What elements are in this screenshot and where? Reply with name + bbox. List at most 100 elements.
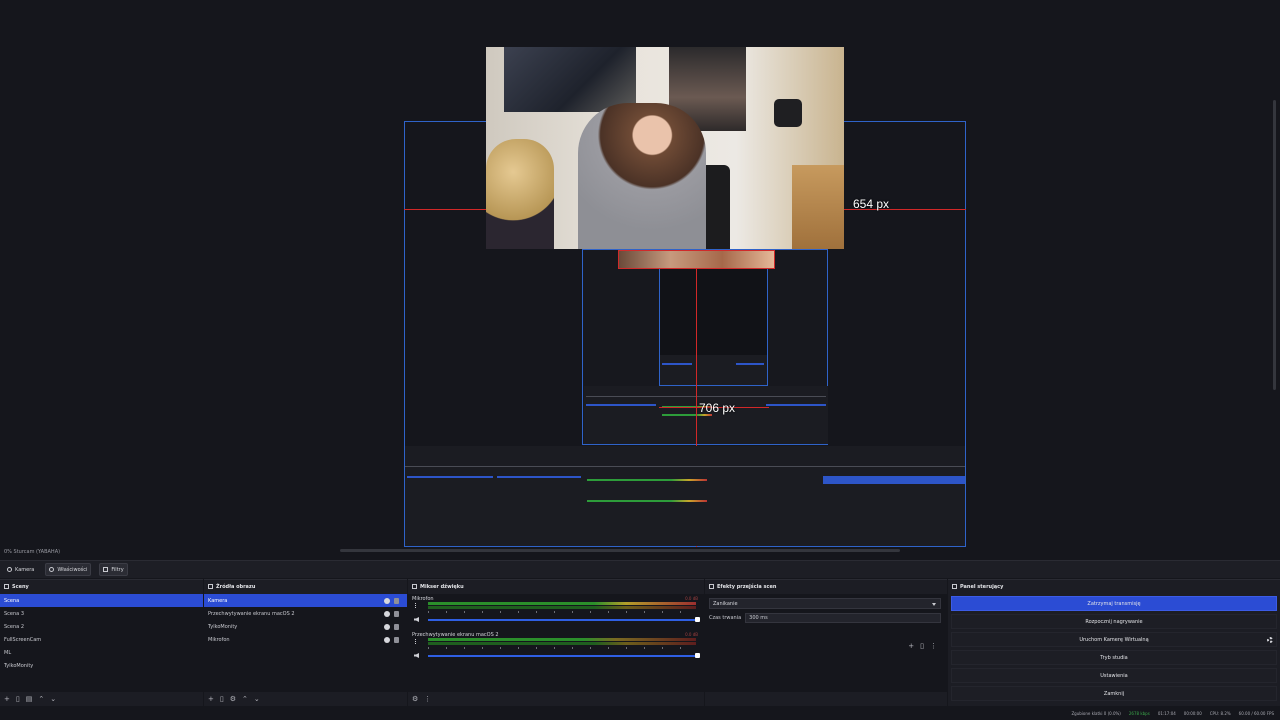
preview-area[interactable]: 654 px 706 px [0, 0, 1280, 548]
preview-horizontal-scrollbar[interactable] [340, 549, 900, 552]
add-transition-button[interactable]: + [908, 642, 914, 650]
mixer-menu-button[interactable]: ⋮ [424, 695, 431, 703]
guide-line-left [404, 209, 486, 210]
nested-control-highlight [766, 404, 826, 406]
dock-icon [4, 584, 9, 589]
preview-vertical-scrollbar[interactable] [1273, 100, 1276, 390]
scene-item[interactable]: Scena 3 [0, 607, 203, 620]
source-properties-button[interactable]: ⚙ [230, 695, 236, 703]
nested-inner-highlight [662, 363, 692, 365]
scene-label: ML [4, 649, 12, 656]
filter-icon [103, 567, 109, 572]
eye-icon[interactable] [384, 623, 390, 630]
remove-transition-button[interactable]: ▯ [920, 642, 924, 650]
cpu-usage: CPU: 8.2% [1209, 710, 1231, 716]
exit-button[interactable]: Zamknij [951, 686, 1277, 701]
transitions-body: Zanikanie Czas trwania 300 ms + ▯ ⋮ [705, 594, 947, 692]
shelf-image [792, 165, 844, 249]
source-item[interactable]: Mikrofon [204, 633, 407, 646]
scene-item[interactable]: ML [0, 646, 203, 659]
lock-icon[interactable] [394, 597, 399, 604]
volume-slider-handle[interactable] [695, 617, 700, 622]
nested-obs-ui [584, 386, 828, 444]
lock-icon[interactable] [394, 636, 399, 643]
camera-source-preview[interactable] [486, 47, 844, 249]
virtual-camera-button[interactable]: Uruchom Kamerę Wirtualną [951, 632, 1277, 647]
move-up-button[interactable]: ⌃ [38, 695, 44, 703]
source-label: Mikrofon [208, 636, 230, 643]
scene-item[interactable]: FullScreenCam [0, 633, 203, 646]
duration-input[interactable]: 300 ms [745, 613, 941, 623]
transitions-dock-header: Efekty przejścia scen [705, 580, 947, 593]
eye-icon[interactable] [384, 610, 390, 617]
scene-item[interactable]: TylkoMonity [0, 659, 203, 672]
volume-slider[interactable] [428, 619, 696, 621]
controls-dock-header: Panel sterujący [948, 580, 1280, 593]
channel-menu-icon[interactable] [415, 603, 416, 609]
speaker-image [774, 99, 802, 127]
mixer-channel: Mikrofon 0.0 dB [408, 594, 704, 630]
add-source-button[interactable]: + [208, 695, 214, 703]
mixer-channel: Przechwytywanie ekranu macOS 2 0.0 dB [408, 630, 704, 666]
mixer-channels: Mikrofon 0.0 dB Przechwytywanie ekranu m… [408, 594, 704, 692]
nested-scene-selected [407, 476, 493, 478]
transition-tools: + ▯ ⋮ [908, 642, 937, 650]
source-item[interactable]: Przechwytywanie ekranu macOS 2 [204, 607, 407, 620]
fps: 60.00 / 60.00 FPS [1238, 710, 1274, 716]
dock-icon [412, 584, 417, 589]
remove-source-button[interactable]: ▯ [220, 695, 224, 703]
settings-button[interactable]: Ustawienia [951, 668, 1277, 683]
nested-mixer-meter [587, 479, 707, 481]
record-time: 00:00:00 [1183, 710, 1202, 716]
start-recording-button[interactable]: Rozpocznij nagrywanie [951, 614, 1277, 629]
source-down-button[interactable]: ⌄ [254, 695, 260, 703]
studio-mode-button[interactable]: Tryb studia [951, 650, 1277, 665]
filters-button[interactable]: Filtry [99, 563, 128, 576]
remove-scene-button[interactable]: ▯ [16, 695, 20, 703]
mixer-title: Mikser dźwięku [420, 583, 464, 590]
transition-menu-button[interactable]: ⋮ [930, 642, 937, 650]
eye-icon[interactable] [384, 636, 390, 643]
scene-label: TylkoMonity [4, 662, 34, 669]
source-item[interactable]: Kamera [204, 594, 407, 607]
scene-item[interactable]: Scena 2 [0, 620, 203, 633]
scene-filters-button[interactable]: ▤ [26, 695, 33, 703]
properties-button[interactable]: Właściwości [45, 563, 92, 576]
level-meter [428, 638, 696, 641]
bitrate: 2678 kbps [1128, 710, 1150, 716]
scene-label: Scena 2 [4, 623, 25, 630]
status-bar: Zgubione klatki 0 (0.0%) 2678 kbps 01:17… [0, 706, 1280, 720]
speaker-icon[interactable] [414, 617, 419, 622]
mixer-dock-header: Mikser dźwięku [408, 580, 704, 593]
source-up-button[interactable]: ⌃ [242, 695, 248, 703]
volume-slider-handle[interactable] [695, 653, 700, 658]
stream-time: 01:17:04 [1157, 710, 1176, 716]
add-scene-button[interactable]: + [4, 695, 10, 703]
speaker-icon[interactable] [414, 653, 419, 658]
nested-inner-highlight-2 [736, 363, 764, 365]
scene-label: Scena 3 [4, 610, 25, 617]
channel-db: 0.0 dB [685, 596, 698, 601]
channel-menu-icon[interactable] [415, 639, 416, 645]
sources-dock: Źródła obrazu Kamera Przechwytywanie ekr… [204, 579, 407, 706]
lock-icon[interactable] [394, 610, 399, 617]
nested-scene-highlight [586, 404, 656, 406]
lock-icon[interactable] [394, 623, 399, 630]
volume-slider[interactable] [428, 655, 696, 657]
transition-select[interactable]: Zanikanie [709, 598, 941, 609]
source-item[interactable]: TylkoMonity [204, 620, 407, 633]
nested-obs-ui-inner [660, 355, 767, 385]
virtual-camera-label: Uruchom Kamerę Wirtualną [1079, 636, 1149, 643]
mixer-settings-button[interactable]: ⚙ [412, 695, 418, 703]
eye-icon[interactable] [384, 597, 390, 604]
nested-source-selected [497, 476, 581, 478]
duration-label: Czas trwania [709, 615, 742, 621]
scenes-dock-header: Sceny [0, 580, 203, 593]
stop-streaming-button[interactable]: Zatrzymaj transmisję [951, 596, 1277, 611]
mixer-footer: ⚙ ⋮ [408, 692, 704, 706]
scene-item[interactable]: Scena [0, 594, 203, 607]
gear-icon[interactable] [1267, 637, 1273, 643]
move-down-button[interactable]: ⌄ [50, 695, 56, 703]
selected-source-frame[interactable] [618, 250, 775, 269]
transitions-title: Efekty przejścia scen [717, 583, 777, 590]
